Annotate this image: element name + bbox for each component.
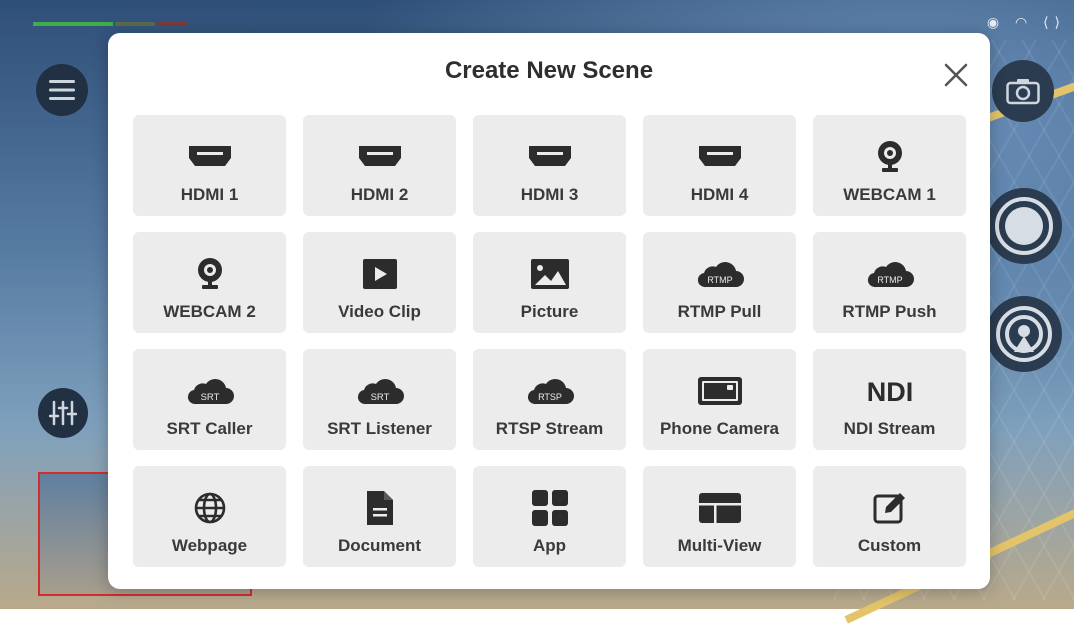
hamburger-menu-icon bbox=[49, 80, 75, 100]
scene-tile-webpage[interactable]: Webpage bbox=[133, 466, 286, 567]
tile-label: WEBCAM 2 bbox=[163, 302, 256, 321]
tile-label: SRT Listener bbox=[327, 419, 432, 438]
multi-view-icon bbox=[698, 493, 741, 523]
cloud-badge-text: RTMP bbox=[707, 275, 732, 285]
tile-label: HDMI 2 bbox=[350, 185, 409, 204]
ndi-icon: NDI bbox=[866, 377, 913, 406]
tile-label: Multi-View bbox=[677, 536, 762, 555]
record-icon bbox=[995, 197, 1053, 255]
app-grid-icon bbox=[531, 490, 568, 526]
tile-label: NDI Stream bbox=[843, 419, 936, 438]
menu-button[interactable] bbox=[36, 64, 88, 116]
scene-tile-srt-caller[interactable]: SRT SRT Caller bbox=[133, 349, 286, 450]
cloud-badge-text: SRT bbox=[370, 392, 389, 403]
close-icon bbox=[944, 63, 968, 87]
scene-tile-app[interactable]: App bbox=[473, 466, 626, 567]
tile-label: HDMI 4 bbox=[690, 185, 749, 204]
play-icon bbox=[362, 259, 397, 289]
tile-label: Document bbox=[337, 536, 422, 555]
scene-tile-rtmp-push[interactable]: RTMP RTMP Push bbox=[813, 232, 966, 333]
close-button[interactable] bbox=[942, 61, 970, 89]
record-button[interactable] bbox=[986, 188, 1062, 264]
tile-label: HDMI 3 bbox=[520, 185, 579, 204]
hdmi-icon bbox=[188, 146, 231, 166]
scene-tile-hdmi-4[interactable]: HDMI 4 bbox=[643, 115, 796, 216]
ndi-logo-text: NDI bbox=[866, 377, 913, 406]
cloud-icon: RTMP bbox=[867, 262, 914, 288]
cloud-badge-text: RTSP bbox=[538, 392, 562, 402]
tile-label: Video Clip bbox=[338, 302, 421, 321]
tile-label: Phone Camera bbox=[659, 419, 780, 438]
cloud-icon: RTMP bbox=[697, 262, 744, 288]
scene-tile-custom[interactable]: Custom bbox=[813, 466, 966, 567]
status-bar: ◉ ◠ ⟨⟩ bbox=[0, 0, 1074, 30]
audio-level-meter bbox=[33, 22, 203, 28]
hdmi-icon bbox=[698, 146, 741, 166]
tile-label: Picture bbox=[520, 302, 579, 321]
cloud-icon: RTSP bbox=[527, 379, 574, 405]
hdmi-icon bbox=[358, 146, 401, 166]
tile-label: Webpage bbox=[171, 536, 248, 555]
camera-icon bbox=[1006, 79, 1040, 105]
mixer-sliders-icon bbox=[49, 400, 77, 426]
cloud-badge-text: RTMP bbox=[877, 275, 902, 285]
scene-tile-phone-camera[interactable]: Phone Camera bbox=[643, 349, 796, 450]
system-status-icons: ◉ ◠ ⟨⟩ bbox=[986, 14, 1066, 30]
tile-label: SRT Caller bbox=[166, 419, 253, 438]
tile-label: RTMP Pull bbox=[677, 302, 762, 321]
edit-icon bbox=[873, 493, 905, 524]
hdmi-icon bbox=[528, 146, 571, 166]
scene-tile-srt-listener[interactable]: SRT SRT Listener bbox=[303, 349, 456, 450]
live-stream-button[interactable] bbox=[986, 296, 1062, 372]
scene-tile-rtsp-stream[interactable]: RTSP RTSP Stream bbox=[473, 349, 626, 450]
scene-type-grid: HDMI 1 HDMI 2 HDMI 3 HDMI 4 WEBCAM 1 WEB… bbox=[133, 115, 966, 567]
scene-tile-webcam-2[interactable]: WEBCAM 2 bbox=[133, 232, 286, 333]
scene-tile-picture[interactable]: Picture bbox=[473, 232, 626, 333]
scene-tile-webcam-1[interactable]: WEBCAM 1 bbox=[813, 115, 966, 216]
document-icon bbox=[366, 491, 393, 525]
scene-tile-document[interactable]: Document bbox=[303, 466, 456, 567]
cloud-icon: SRT bbox=[357, 379, 404, 405]
tile-label: RTMP Push bbox=[842, 302, 937, 321]
scene-tile-hdmi-2[interactable]: HDMI 2 bbox=[303, 115, 456, 216]
tile-label: Custom bbox=[857, 536, 922, 555]
cloud-icon: SRT bbox=[187, 379, 234, 405]
tile-label: RTSP Stream bbox=[495, 419, 604, 438]
phone-camera-icon bbox=[697, 377, 742, 405]
scene-tile-video-clip[interactable]: Video Clip bbox=[303, 232, 456, 333]
scene-tile-rtmp-pull[interactable]: RTMP RTMP Pull bbox=[643, 232, 796, 333]
webcam-icon bbox=[877, 141, 902, 172]
webcam-icon bbox=[197, 258, 222, 289]
broadcast-icon bbox=[996, 306, 1052, 362]
audio-mixer-button[interactable] bbox=[38, 388, 88, 438]
scene-tile-multi-view[interactable]: Multi-View bbox=[643, 466, 796, 567]
scene-tile-hdmi-3[interactable]: HDMI 3 bbox=[473, 115, 626, 216]
snapshot-button[interactable] bbox=[992, 60, 1054, 122]
tile-label: App bbox=[532, 536, 567, 555]
tile-label: WEBCAM 1 bbox=[843, 185, 936, 204]
dialog-title: Create New Scene bbox=[444, 57, 654, 84]
create-scene-dialog: Create New Scene HDMI 1 HDMI 2 HDMI 3 HD… bbox=[108, 33, 990, 589]
globe-icon bbox=[194, 492, 225, 524]
scene-tile-hdmi-1[interactable]: HDMI 1 bbox=[133, 115, 286, 216]
cloud-badge-text: SRT bbox=[200, 392, 219, 403]
picture-icon bbox=[530, 259, 569, 289]
scene-tile-ndi-stream[interactable]: NDI NDI Stream bbox=[813, 349, 966, 450]
tile-label: HDMI 1 bbox=[180, 185, 239, 204]
